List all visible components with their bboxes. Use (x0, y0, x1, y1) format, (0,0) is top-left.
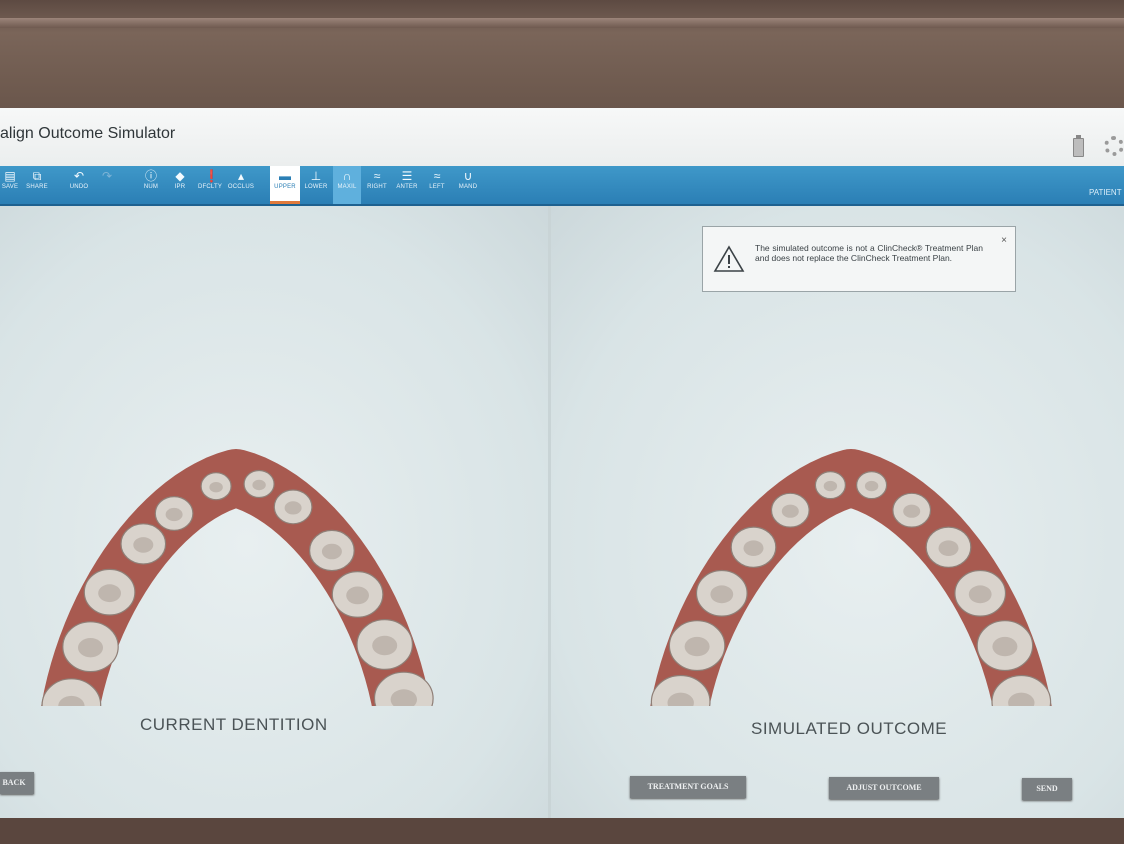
title-bar: align Outcome Simulator (0, 108, 1124, 166)
tooth-groove (968, 585, 992, 604)
mandibular-icon: ∪ (463, 169, 473, 183)
right-view-button[interactable]: ≈ RIGHT (363, 166, 391, 204)
send-button[interactable]: SEND (1022, 778, 1072, 800)
tooth-groove (346, 586, 369, 605)
patient-tab[interactable]: PATIENT (1089, 188, 1122, 197)
monitor-bezel-top (0, 0, 1124, 110)
occlusion-label: OCCLUS (227, 184, 255, 190)
diamond-icon: ◆ (175, 169, 185, 183)
difficulty-label: DFCLTY (197, 184, 223, 190)
mand-label: MAND (458, 184, 478, 190)
info-icon: ⓘ (145, 169, 158, 183)
battery-icon (1073, 135, 1084, 157)
tooth-groove (864, 480, 879, 492)
treatment-goals-label: TREATMENT GOALS (647, 782, 729, 791)
tooth-groove (252, 479, 266, 491)
tooth-groove (710, 585, 734, 604)
tooth-groove (78, 638, 103, 658)
current-dentition-model[interactable] (0, 206, 548, 706)
alert-icon: ❗ (204, 169, 219, 183)
tooth-groove (372, 635, 398, 656)
undo-label: UNDO (69, 184, 89, 190)
tooth-groove (321, 543, 342, 560)
adjust-outcome-button[interactable]: ADJUST OUTCOME (829, 777, 939, 799)
difficulty-button[interactable]: ❗ DFCLTY (196, 166, 224, 204)
gear-icon[interactable] (1104, 136, 1124, 156)
back-button[interactable]: BACK (0, 772, 34, 794)
tooth-groove (98, 584, 121, 603)
save-button[interactable]: ▤ SAVE (0, 166, 20, 204)
disclaimer-banner: The simulated outcome is not a ClinCheck… (702, 226, 1016, 292)
tooth-groove (165, 507, 183, 522)
left-view-button[interactable]: ≈ LEFT (424, 166, 450, 204)
undo-button[interactable]: ↶ UNDO (66, 166, 92, 204)
current-dentition-caption: CURRENT DENTITION (140, 715, 328, 734)
back-label: BACK (2, 778, 26, 787)
simulated-outcome-caption: SIMULATED OUTCOME (751, 719, 948, 738)
adjust-outcome-label: ADJUST OUTCOME (846, 783, 922, 792)
app-screen: align Outcome Simulator ▤ SAVE ⧉ SHARE ↶… (0, 108, 1124, 820)
anterior-view-icon: ☰ (401, 169, 413, 183)
simulated-outcome-panel: The simulated outcome is not a ClinCheck… (551, 206, 1124, 820)
current-dentition-panel: CURRENT DENTITION BACK (0, 206, 548, 820)
occlusion-icon: ▴ (237, 169, 245, 183)
redo-button[interactable]: ↷ (96, 166, 118, 204)
upper-button[interactable]: ▬ UPPER (270, 166, 300, 204)
tooth-groove (133, 537, 154, 553)
monitor-bezel-edge (0, 18, 1124, 28)
app-title: align Outcome Simulator (0, 125, 176, 142)
anterior-view-label: ANTER (396, 184, 418, 190)
lower-button[interactable]: ⊥ LOWER (301, 166, 331, 204)
lower-arch-icon: ⊥ (310, 169, 322, 183)
left-view-label: LEFT (429, 184, 445, 190)
undo-icon: ↶ (73, 169, 85, 183)
treatment-goals-button[interactable]: TREATMENT GOALS (630, 776, 746, 798)
redo-icon: ↷ (101, 169, 113, 183)
tooth-groove (684, 636, 710, 657)
toolbar: ▤ SAVE ⧉ SHARE ↶ UNDO ↷ ⓘ NUM ◆ IPR ❗ DF… (0, 166, 1124, 206)
share-label: SHARE (26, 184, 48, 190)
close-icon[interactable]: × (1001, 235, 1007, 246)
share-button[interactable]: ⧉ SHARE (24, 166, 50, 204)
maxil-label: MAXIL (337, 184, 357, 190)
save-icon: ▤ (4, 169, 16, 183)
upper-arch-icon: ▬ (279, 169, 291, 183)
warning-icon (713, 245, 745, 272)
upper-label: UPPER (274, 184, 296, 190)
right-view-icon: ≈ (373, 169, 381, 183)
mand-button[interactable]: ∪ MAND (454, 166, 482, 204)
num-button[interactable]: ⓘ NUM (139, 166, 163, 204)
tooth-groove (209, 482, 223, 493)
occlusion-button[interactable]: ▴ OCCLUS (226, 166, 256, 204)
tooth-groove (992, 636, 1018, 657)
lower-label: LOWER (304, 184, 328, 190)
anterior-view-button[interactable]: ☰ ANTER (393, 166, 421, 204)
ipr-label: IPR (174, 184, 186, 190)
save-label: SAVE (1, 184, 19, 190)
maxillary-icon: ∩ (342, 169, 352, 183)
disclaimer-text: The simulated outcome is not a ClinCheck… (755, 243, 983, 263)
share-icon: ⧉ (32, 169, 42, 183)
send-label: SEND (1036, 784, 1058, 793)
tooth-groove (938, 540, 959, 556)
tooth-groove (743, 540, 764, 556)
tooth-groove (903, 504, 921, 518)
left-view-icon: ≈ (433, 169, 441, 183)
monitor-bezel-bottom (0, 818, 1124, 844)
ipr-button[interactable]: ◆ IPR (169, 166, 191, 204)
right-view-label: RIGHT (367, 184, 387, 190)
tooth-groove (781, 504, 799, 518)
num-label: NUM (143, 184, 159, 190)
maxil-button[interactable]: ∩ MAXIL (333, 166, 361, 204)
tooth-groove (284, 501, 302, 515)
tooth-groove (823, 480, 838, 492)
